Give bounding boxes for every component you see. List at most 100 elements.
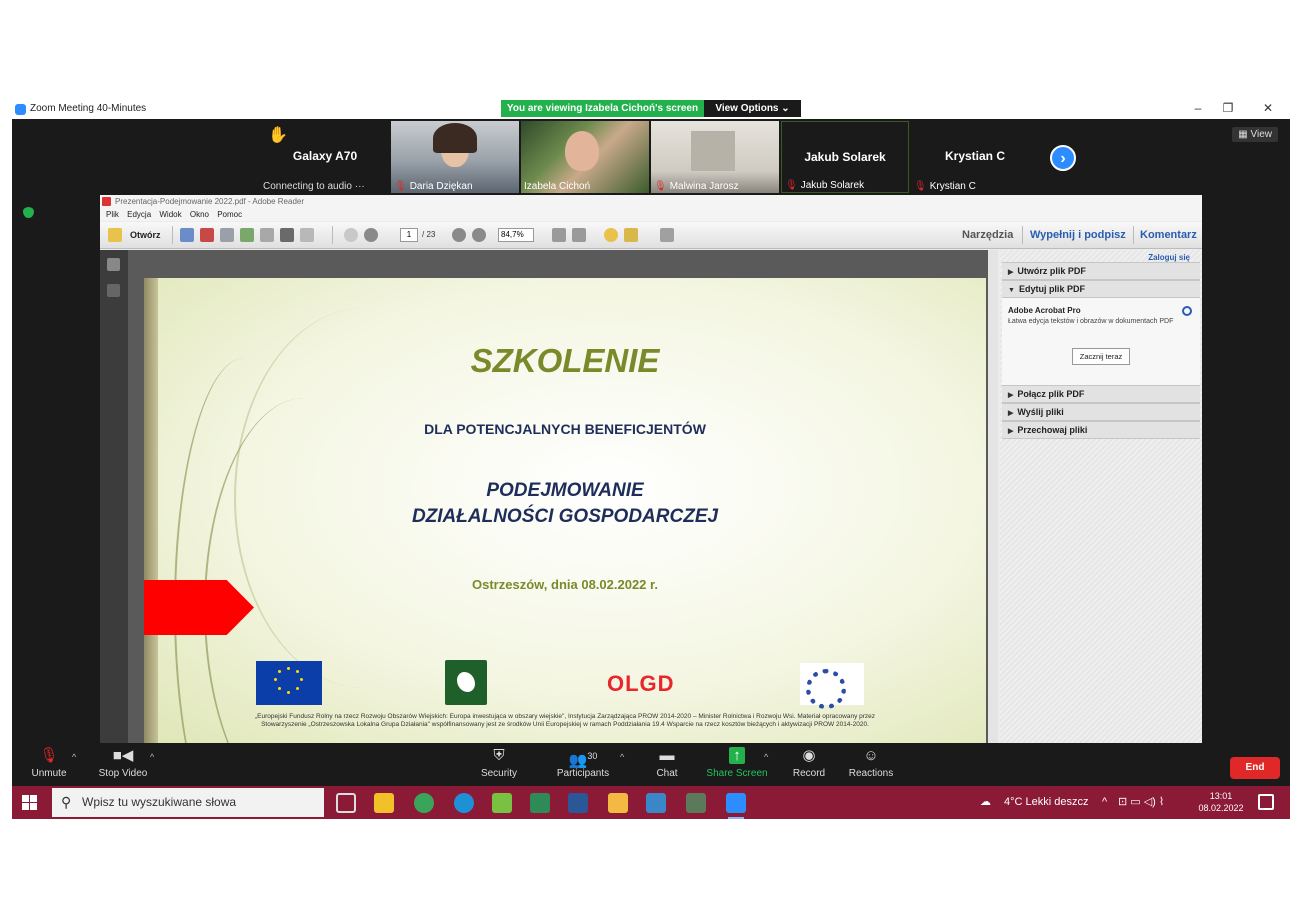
participant-tile-jakub[interactable]: Jakub Solarek 🎙 Jakub Solarek xyxy=(781,121,909,193)
section-create-pdf[interactable]: ▶ Utwórz plik PDF xyxy=(1002,262,1200,280)
reader-title-bar: Prezentacja-Podejmowanie 2022.pdf - Adob… xyxy=(100,195,1202,208)
print-icon[interactable] xyxy=(280,228,294,242)
folder-open-icon[interactable] xyxy=(108,228,122,242)
zoom-taskbar-icon[interactable] xyxy=(726,793,746,819)
login-link[interactable]: Zaloguj się xyxy=(1148,253,1190,262)
cloud-icon[interactable] xyxy=(240,228,254,242)
zoom-logo-icon xyxy=(15,104,26,115)
email-icon[interactable] xyxy=(300,228,314,242)
participant-video xyxy=(691,131,735,171)
participants-icon: 👥30 xyxy=(568,751,598,769)
previous-page-icon[interactable] xyxy=(344,228,358,242)
zoom-in-icon[interactable] xyxy=(472,228,486,242)
menu-view[interactable]: Widok xyxy=(159,210,181,219)
participant-hair xyxy=(433,123,477,153)
excel-icon[interactable] xyxy=(530,793,550,813)
zoom-out-icon[interactable] xyxy=(452,228,466,242)
share-caret-icon[interactable]: ^ xyxy=(764,752,768,762)
stop-video-label: Stop Video xyxy=(98,768,148,779)
video-options-caret-icon[interactable]: ^ xyxy=(150,752,154,762)
promo-description: Łatwa edycja tekstów i obrazów w dokumen… xyxy=(1008,318,1174,325)
section-edit-pdf[interactable]: ▼ Edytuj plik PDF xyxy=(1002,280,1200,298)
next-page-icon[interactable] xyxy=(364,228,378,242)
menu-window[interactable]: Okno xyxy=(190,210,209,219)
attachments-icon[interactable] xyxy=(107,284,120,297)
open-button[interactable]: Otwórz xyxy=(130,230,161,240)
participant-strip: ✋ Galaxy A70 Connecting to audio ··· 🎙 Da… xyxy=(12,119,1290,194)
section-store-files[interactable]: ▶ Przechowaj pliki xyxy=(1002,421,1200,439)
taskbar-search-input[interactable]: ⚲ Wpisz tu wyszukiwane słowa xyxy=(52,788,324,817)
stop-video-button[interactable]: ■◀ Stop Video xyxy=(88,747,158,779)
share-arrow-icon: ↑ xyxy=(702,747,772,765)
start-now-button[interactable]: Zacznij teraz xyxy=(1072,348,1130,365)
record-button[interactable]: ◉ Record xyxy=(774,747,844,779)
app-icon[interactable] xyxy=(492,793,512,813)
participant-tile-izabela[interactable]: Izabela Cichoń xyxy=(521,121,649,193)
windows-start-icon[interactable] xyxy=(22,795,37,810)
participant-tile-malwina[interactable]: 🎙 Malwina Jarosz xyxy=(651,121,779,193)
participants-caret-icon[interactable]: ^ xyxy=(620,752,624,762)
chrome-icon[interactable] xyxy=(414,793,434,813)
navigation-pane xyxy=(100,250,128,743)
section-send-files[interactable]: ▶ Wyślij pliki xyxy=(1002,403,1200,421)
chevron-down-icon: ⌄ xyxy=(781,103,790,114)
chat-button[interactable]: ▬ Chat xyxy=(632,747,702,779)
tray-chevron-icon[interactable]: ^ xyxy=(1102,786,1107,819)
security-button[interactable]: ⛨ Security xyxy=(464,747,534,779)
participant-label: 🎙 Daria Dziękan xyxy=(391,180,476,193)
participant-tile-daria[interactable]: 🎙 Daria Dziękan xyxy=(391,121,519,193)
audio-options-caret-icon[interactable]: ^ xyxy=(72,752,76,762)
participant-name: Izabela Cichoń xyxy=(524,181,591,192)
taskbar-clock[interactable]: 13:01 08.02.2022 xyxy=(1197,790,1245,814)
menu-edit[interactable]: Edycja xyxy=(127,210,151,219)
tools-button[interactable]: Narzędzia xyxy=(962,229,1013,241)
participant-name: Daria Dziękan xyxy=(409,181,473,192)
task-view-icon[interactable] xyxy=(336,793,356,813)
pdf-icon xyxy=(102,197,111,206)
fit-width-icon[interactable] xyxy=(552,228,566,242)
close-button[interactable]: ✕ xyxy=(1258,101,1278,115)
fullscreen-icon[interactable] xyxy=(660,228,674,242)
participant-tile-krystian[interactable]: Krystian C 🎙 Krystian C xyxy=(911,121,1039,193)
section-combine-pdf[interactable]: ▶ Połącz plik PDF xyxy=(1002,385,1200,403)
zoom-level-select[interactable]: 84,7% xyxy=(498,228,534,242)
page-number-input[interactable]: 1 xyxy=(400,228,418,242)
edge-icon[interactable] xyxy=(454,793,474,813)
word-icon[interactable] xyxy=(568,793,588,813)
view-button[interactable]: ▦ View xyxy=(1232,127,1278,142)
toolbar-divider xyxy=(1133,226,1134,244)
section-label: Przechowaj pliki xyxy=(1017,425,1088,435)
save-icon[interactable] xyxy=(260,228,274,242)
file-explorer-icon[interactable] xyxy=(374,793,394,813)
weather-text[interactable]: 4°C Lekki deszcz xyxy=(1004,786,1089,819)
fill-sign-button[interactable]: Wypełnij i podpisz xyxy=(1030,229,1126,241)
next-page-button[interactable]: › xyxy=(1050,145,1076,171)
system-tray-icons[interactable]: ⊡ ▭ ◁) ⌇ xyxy=(1118,786,1164,819)
participants-label: Participants xyxy=(556,768,610,779)
app-icon[interactable] xyxy=(646,793,666,813)
app-icon[interactable] xyxy=(686,793,706,813)
thumbnails-icon[interactable] xyxy=(107,258,120,271)
muted-mic-icon: 🎙 xyxy=(914,181,927,192)
end-meeting-button[interactable]: End xyxy=(1230,757,1280,779)
notification-icon[interactable] xyxy=(1258,794,1274,810)
menu-help[interactable]: Pomoc xyxy=(217,210,242,219)
maximize-button[interactable]: ❐ xyxy=(1218,101,1238,115)
participants-button[interactable]: 👥30 Participants xyxy=(548,747,618,779)
fit-page-icon[interactable] xyxy=(572,228,586,242)
edit-pdf-icon[interactable] xyxy=(220,228,234,242)
folder-icon[interactable] xyxy=(608,793,628,813)
export-pdf-icon[interactable] xyxy=(200,228,214,242)
comment-button[interactable]: Komentarz xyxy=(1140,229,1197,241)
view-options-button[interactable]: View Options ⌄ xyxy=(704,100,801,117)
minimize-button[interactable]: – xyxy=(1188,101,1208,115)
comment-icon[interactable] xyxy=(604,228,618,242)
document-scrollbar[interactable] xyxy=(988,250,998,743)
participant-tile-galaxy[interactable]: Galaxy A70 Connecting to audio ··· xyxy=(260,121,390,193)
highlight-icon[interactable] xyxy=(624,228,638,242)
create-pdf-icon[interactable] xyxy=(180,228,194,242)
share-screen-button[interactable]: ↑ Share Screen xyxy=(702,747,772,779)
reactions-button[interactable]: ☺ Reactions xyxy=(836,747,906,779)
menu-file[interactable]: Plik xyxy=(106,210,119,219)
reader-menu-bar: Plik Edycja Widok Okno Pomoc xyxy=(100,208,1202,221)
